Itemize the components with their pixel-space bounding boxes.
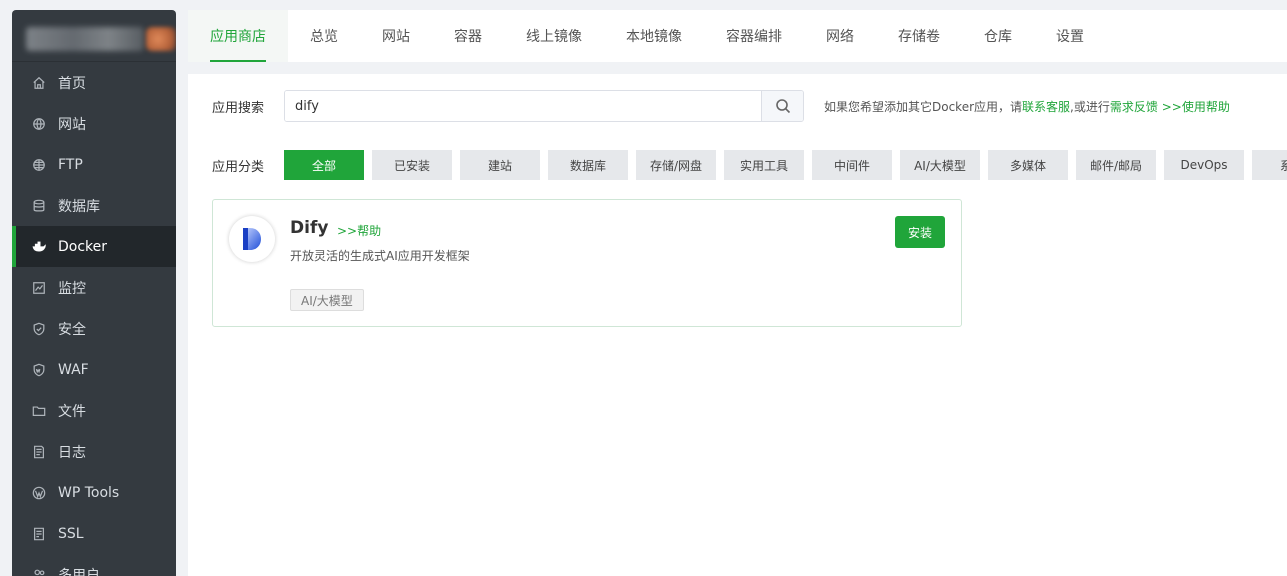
sidebar-item-label: 文件: [58, 403, 86, 420]
app-card-dify: Dify >>帮助 开放灵活的生成式AI应用开发框架 AI/大模型 安装: [212, 199, 962, 327]
sidebar-item-label: FTP: [58, 156, 83, 173]
docker-tabs: 应用商店 总览 网站 容器 线上镜像 本地镜像 容器编排 网络 存储卷 仓库 设…: [188, 10, 1287, 62]
avatar[interactable]: [146, 27, 176, 51]
category-devops[interactable]: DevOps: [1164, 150, 1244, 180]
sidebar-item-security[interactable]: 安全: [12, 308, 176, 349]
sidebar-item-waf[interactable]: WAF: [12, 349, 176, 390]
install-button[interactable]: 安装: [895, 216, 945, 248]
sidebar-item-ftp[interactable]: FTP: [12, 144, 176, 185]
sidebar-item-logs[interactable]: 日志: [12, 431, 176, 472]
app-description: 开放灵活的生成式AI应用开发框架: [290, 249, 470, 263]
sidebar-item-wp-tools[interactable]: WP Tools: [12, 472, 176, 513]
app-help-link[interactable]: >>帮助: [337, 222, 381, 239]
waf-shield-icon: [32, 363, 46, 377]
category-media[interactable]: 多媒体: [988, 150, 1068, 180]
category-database[interactable]: 数据库: [548, 150, 628, 180]
search-hint: 如果您希望添加其它Docker应用，请联系客服,或进行需求反馈 >>使用帮助: [824, 98, 1230, 115]
search-box: [284, 90, 804, 122]
app-category-tag: AI/大模型: [290, 289, 364, 311]
sidebar-item-ssl[interactable]: SSL: [12, 513, 176, 554]
tab-app-store[interactable]: 应用商店: [188, 10, 288, 62]
dify-logo-mark: [243, 228, 261, 250]
app-name: Dify: [290, 218, 329, 238]
sidebar-item-label: WP Tools: [58, 484, 120, 501]
search-icon: [775, 99, 790, 114]
tab-compose[interactable]: 容器编排: [704, 10, 804, 62]
server-name-blurred: [26, 27, 144, 51]
app-store-panel: 应用搜索 如果您希望添加其它Docker应用，请联系客服,或进行需求反馈 >>使…: [188, 74, 1287, 576]
category-all[interactable]: 全部: [284, 150, 364, 180]
database-icon: [32, 199, 46, 213]
contact-support-link[interactable]: 联系客服: [1022, 100, 1070, 114]
docker-icon: [32, 240, 46, 254]
tab-website[interactable]: 网站: [360, 10, 432, 62]
globe-icon: [32, 117, 46, 131]
sidebar-item-label: 数据库: [58, 198, 100, 215]
category-installed[interactable]: 已安装: [372, 150, 452, 180]
search-row: 应用搜索 如果您希望添加其它Docker应用，请联系客服,或进行需求反馈 >>使…: [212, 90, 1230, 122]
sidebar-item-files[interactable]: 文件: [12, 390, 176, 431]
category-tools[interactable]: 实用工具: [724, 150, 804, 180]
sidebar-item-label: 多用户: [58, 567, 100, 576]
tab-settings[interactable]: 设置: [1034, 10, 1106, 62]
users-icon: [32, 568, 46, 576]
category-list: 全部 已安装 建站 数据库 存储/网盘 实用工具 中间件 AI/大模型 多媒体 …: [284, 150, 1287, 180]
sidebar-item-label: 网站: [58, 116, 86, 133]
search-input[interactable]: [285, 91, 761, 121]
sidebar-header: [12, 10, 176, 62]
sidebar-menu: 首页 网站 FTP 数据库 Docker 监控 安全 WAF 文件 日志 WP …: [12, 62, 176, 576]
sidebar-item-label: 监控: [58, 280, 86, 297]
dify-logo-icon: [229, 216, 275, 262]
category-row: 应用分类 全部 已安装 建站 数据库 存储/网盘 实用工具 中间件 AI/大模型…: [212, 150, 1287, 180]
sidebar-item-label: WAF: [58, 361, 89, 378]
sidebar-item-label: 安全: [58, 321, 86, 338]
wordpress-icon: [32, 486, 46, 500]
sidebar-item-website[interactable]: 网站: [12, 103, 176, 144]
category-ai[interactable]: AI/大模型: [900, 150, 980, 180]
tab-online-images[interactable]: 线上镜像: [504, 10, 604, 62]
category-mail[interactable]: 邮件/邮局: [1076, 150, 1156, 180]
tab-containers[interactable]: 容器: [432, 10, 504, 62]
tab-registry[interactable]: 仓库: [962, 10, 1034, 62]
category-system[interactable]: 系统: [1252, 150, 1287, 180]
sidebar: 首页 网站 FTP 数据库 Docker 监控 安全 WAF 文件 日志 WP …: [12, 10, 176, 576]
hint-text: ,或进行: [1070, 99, 1110, 114]
category-website[interactable]: 建站: [460, 150, 540, 180]
tab-overview[interactable]: 总览: [288, 10, 360, 62]
usage-help-link[interactable]: >>使用帮助: [1162, 100, 1230, 114]
category-storage[interactable]: 存储/网盘: [636, 150, 716, 180]
sidebar-item-label: 日志: [58, 444, 86, 461]
search-button[interactable]: [761, 91, 803, 121]
category-middleware[interactable]: 中间件: [812, 150, 892, 180]
folder-icon: [32, 404, 46, 418]
log-icon: [32, 445, 46, 459]
hint-text: 如果您希望添加其它Docker应用，请: [824, 99, 1023, 114]
tab-local-images[interactable]: 本地镜像: [604, 10, 704, 62]
sidebar-item-label: SSL: [58, 525, 84, 542]
monitor-icon: [32, 281, 46, 295]
feedback-link[interactable]: 需求反馈: [1110, 100, 1158, 114]
sidebar-item-home[interactable]: 首页: [12, 62, 176, 103]
sidebar-item-label: Docker: [58, 238, 108, 255]
sidebar-item-monitor[interactable]: 监控: [12, 267, 176, 308]
tab-volumes[interactable]: 存储卷: [876, 10, 962, 62]
home-icon: [32, 76, 46, 90]
tab-network[interactable]: 网络: [804, 10, 876, 62]
sidebar-item-database[interactable]: 数据库: [12, 185, 176, 226]
sidebar-item-docker[interactable]: Docker: [12, 226, 176, 267]
ssl-icon: [32, 527, 46, 541]
sidebar-item-label: 首页: [58, 75, 86, 92]
category-label: 应用分类: [212, 159, 265, 175]
shield-icon: [32, 322, 46, 336]
ftp-globe-icon: [32, 158, 46, 172]
sidebar-item-multi-user[interactable]: 多用户: [12, 554, 176, 576]
search-label: 应用搜索: [212, 100, 265, 116]
